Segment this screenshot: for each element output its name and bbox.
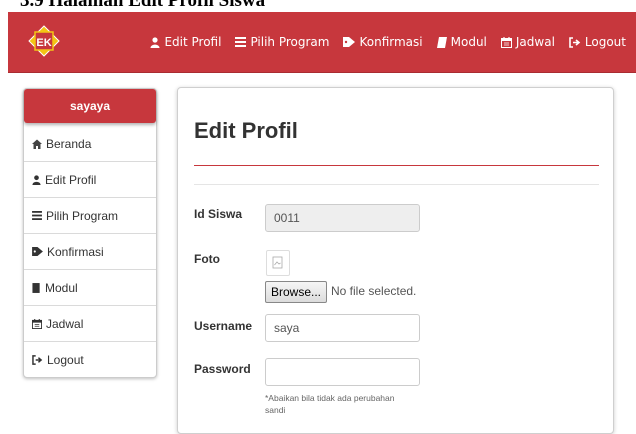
home-icon xyxy=(32,139,42,149)
password-label: Password xyxy=(194,362,251,376)
sidebar: sayaya Beranda Edit Profil Pilih Program… xyxy=(23,88,157,378)
sidebar-item-logout[interactable]: Logout xyxy=(24,342,156,377)
sidebar-item-edit-profil[interactable]: Edit Profil xyxy=(24,162,156,198)
sidebar-item-beranda[interactable]: Beranda xyxy=(24,126,156,162)
password-help-text: *Abaikan bila tidak ada perubahan sandi xyxy=(265,393,395,415)
file-status-text: No file selected. xyxy=(331,284,417,298)
figure-caption: 3.9 Halaman Edit Profil Siswa xyxy=(20,0,266,11)
nav-jadwal[interactable]: Jadwal xyxy=(500,35,555,49)
book-icon xyxy=(32,282,40,293)
svg-text:EK: EK xyxy=(36,37,51,49)
sidebar-item-pilih-program[interactable]: Pilih Program xyxy=(24,198,156,234)
nav-edit-profil[interactable]: Edit Profil xyxy=(150,35,221,49)
browse-button[interactable]: Browse... xyxy=(265,281,328,303)
sidebar-item-jadwal[interactable]: Jadwal xyxy=(24,306,156,342)
tag-icon xyxy=(32,247,43,256)
list-icon xyxy=(32,211,42,220)
sidebar-item-konfirmasi[interactable]: Konfirmasi xyxy=(24,234,156,270)
sidebar-item-label: Konfirmasi xyxy=(47,244,104,259)
nav-pilih-program[interactable]: Pilih Program xyxy=(235,35,329,49)
sidebar-item-label: Beranda xyxy=(46,136,92,151)
sidebar-item-label: Jadwal xyxy=(46,316,84,331)
section-divider xyxy=(194,184,599,185)
book-icon xyxy=(436,36,447,48)
sidebar-item-label: Logout xyxy=(47,352,84,367)
sidebar-username: sayaya xyxy=(24,89,156,123)
image-placeholder-icon xyxy=(266,250,290,276)
calendar-icon xyxy=(32,318,42,329)
user-icon xyxy=(32,174,41,185)
list-icon xyxy=(235,37,247,47)
nav-pilih-program-label: Pilih Program xyxy=(250,35,330,49)
username-label: Username xyxy=(194,319,253,333)
nav-modul-label: Modul xyxy=(450,35,487,49)
id-siswa-input[interactable] xyxy=(265,204,420,232)
ek-logo-icon[interactable]: EK xyxy=(28,25,60,57)
id-siswa-label: Id Siswa xyxy=(194,207,243,221)
nav-jadwal-label: Jadwal xyxy=(515,35,555,49)
username-input[interactable] xyxy=(265,314,420,342)
nav-logout-label: Logout xyxy=(584,35,626,49)
foto-label: Foto xyxy=(194,252,220,266)
sidebar-item-label: Pilih Program xyxy=(46,208,119,223)
top-navbar: EK Edit Profil Pilih Program Konfirmasi … xyxy=(8,12,636,73)
main-panel: Edit Profil Id Siswa Foto Browse... No f… xyxy=(177,87,614,434)
calendar-icon xyxy=(500,36,512,48)
sidebar-item-modul[interactable]: Modul xyxy=(24,270,156,306)
logout-icon xyxy=(32,354,43,365)
tag-icon xyxy=(343,37,356,47)
nav-edit-profil-label: Edit Profil xyxy=(164,35,222,49)
nav-konfirmasi[interactable]: Konfirmasi xyxy=(343,35,423,49)
logout-icon xyxy=(569,36,581,48)
nav-modul[interactable]: Modul xyxy=(436,35,487,49)
sidebar-item-label: Modul xyxy=(45,280,78,295)
title-divider xyxy=(194,165,599,166)
nav-konfirmasi-label: Konfirmasi xyxy=(359,35,423,49)
user-icon xyxy=(150,36,160,48)
broken-image-icon xyxy=(272,256,283,269)
nav-logout[interactable]: Logout xyxy=(569,35,626,49)
page-title: Edit Profil xyxy=(194,118,298,143)
sidebar-item-label: Edit Profil xyxy=(45,172,97,187)
password-input[interactable] xyxy=(265,358,420,386)
nav-menu: Edit Profil Pilih Program Konfirmasi Mod… xyxy=(150,12,626,72)
